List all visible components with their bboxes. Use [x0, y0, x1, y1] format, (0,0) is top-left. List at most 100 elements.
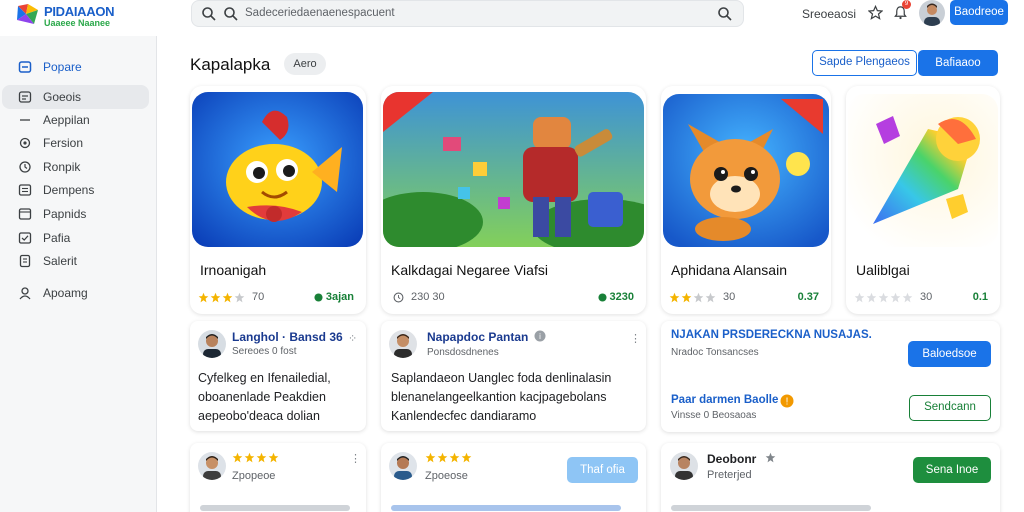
app-price: 0.37 [798, 291, 819, 303]
action-button[interactable]: Sena Inoe [913, 457, 991, 483]
star-icon[interactable] [868, 5, 883, 20]
review-card[interactable]: Napapdoc Pantan i Ponsdosdnenes ⋮ Saplan… [381, 321, 646, 431]
home-icon [16, 58, 34, 76]
app-name[interactable]: Aphidana Alansain [671, 262, 787, 278]
sidebar-item-pafia[interactable]: Pafia [2, 226, 149, 250]
review-line: Saplandaeon Uanglec foda denlinalasin [391, 371, 612, 385]
logo-mark-icon [17, 4, 38, 24]
sidebar-item-aeppilan[interactable]: Aeppilan [2, 108, 149, 132]
warning-icon: ! [780, 394, 794, 408]
review-text: Cyfelkeg en Ifenailedial, oboanenlade Pe… [198, 369, 363, 426]
app-price: 3ajan [314, 291, 354, 303]
search-submit-icon[interactable] [717, 6, 733, 22]
review-line: Kanlendecfec dandiaramo [391, 409, 537, 423]
profile-card[interactable]: Deobonr Preterjed Sena Inoe [661, 443, 1000, 512]
review-line: aepeobo'deaca dolian [198, 409, 320, 423]
sidebar-item-label: Popare [43, 60, 82, 74]
sidebar-item-apoamg[interactable]: Apoamg [2, 281, 149, 305]
price-icon [314, 292, 323, 302]
review-line: blenanelangeelkantion kacjpagebolans [391, 390, 607, 404]
review-card[interactable]: Langhol · Bansd 36 Sereoes 0 fost ⁘ Cyfe… [190, 321, 366, 431]
sidebar-item-goeois[interactable]: Goeois [2, 85, 149, 109]
sidebar-item-ronpik[interactable]: Ronpik [2, 155, 149, 179]
text-placeholder [391, 505, 621, 511]
app-name[interactable]: Ualiblgai [856, 262, 910, 278]
info-action-button[interactable]: Baloedsoe [908, 341, 991, 367]
more-options-icon[interactable]: ⋮ [630, 332, 642, 345]
sidebar-item-papnids[interactable]: Papnids [2, 202, 149, 226]
dash-icon [16, 111, 34, 129]
secondary-action-button[interactable]: Sapde Plengaeos [812, 50, 917, 76]
app-name[interactable]: Kalkdagai Negaree Viafsi [391, 262, 548, 278]
user-avatar[interactable] [919, 0, 945, 26]
info-title: NJAKAN PRSDERECKNA NUSAJAS. [671, 329, 872, 341]
app-name[interactable]: Irnoanigah [200, 262, 266, 278]
app-card[interactable]: Ualiblgai 30 0.1 [846, 86, 1000, 314]
info-subtitle: Nradoc Tonsancses [671, 347, 759, 358]
app-price: 0.1 [973, 291, 988, 303]
avatar [198, 452, 226, 480]
action-button[interactable]: Thaf ofia [567, 457, 638, 483]
text-placeholder [671, 505, 871, 511]
avatar [198, 330, 226, 358]
text-placeholder [200, 505, 350, 511]
reviewer-name[interactable]: Napapdoc Pantan [427, 330, 528, 344]
app-rating: 30 [669, 290, 735, 304]
gear-icon [16, 134, 34, 152]
price-value: 3ajan [325, 291, 354, 303]
review-card[interactable]: Zpoeose Thaf ofia [381, 443, 646, 512]
sidebar-item-label: Fersion [43, 136, 84, 150]
sidebar-item-label: Papnids [43, 207, 87, 221]
sidebar-item-salerit[interactable]: Salerit [2, 249, 149, 273]
top-bar: PIDAIAAON Uaaeee Naanee Sadeceriedaenaen… [0, 0, 1024, 36]
info-card: NJAKAN PRSDERECKNA NUSAJAS. Nradoc Tonsa… [661, 321, 1000, 432]
logo-subtitle: Uaaeee Naanee [44, 18, 111, 28]
rating-stars [198, 292, 245, 303]
rating-stars [425, 452, 472, 463]
reviewer-meta: Zpopeoe [232, 470, 276, 482]
rating-value: 30 [723, 291, 736, 303]
app-rating: 30 [854, 290, 932, 304]
avatar [389, 330, 417, 358]
price-icon [597, 292, 607, 302]
reviewer-name[interactable]: Langhol · Bansd 36 [232, 330, 343, 344]
svg-text:i: i [539, 332, 541, 341]
sidebar-item-label: Aeppilan [43, 113, 90, 127]
more-options-icon[interactable]: ⁘ [348, 332, 358, 345]
search-icon[interactable] [201, 6, 217, 22]
sidebar-item-fersion[interactable]: Fersion [2, 131, 149, 155]
sidebar-item-label: Pafia [43, 231, 71, 245]
page-title: Kapalapka [190, 55, 271, 74]
primary-action-button[interactable]: Bafiaaoo [918, 50, 998, 76]
sidebar-item-popare[interactable]: Popare [2, 55, 149, 79]
info-title-2[interactable]: Paar darmen Baolle [671, 394, 778, 406]
rating-stars [854, 292, 913, 303]
account-button[interactable]: Baodreoe [950, 0, 1008, 25]
review-card[interactable]: Zpopeoe ⋮ [190, 443, 366, 512]
header-link[interactable]: Sreoeaosi [802, 7, 856, 21]
info-icon: i [534, 330, 546, 342]
app-price: 3230 [597, 291, 634, 303]
sidebar-item-label: Apoamg [43, 286, 88, 300]
info-secondary-button[interactable]: Sendcann [909, 395, 991, 421]
profile-name[interactable]: Deobonr [707, 452, 756, 466]
search-bar[interactable]: Sadeceriedaenaenespacuent [191, 0, 744, 27]
app-card[interactable]: Kalkdagai Negaree Viafsi 230 30 3230 [381, 86, 646, 314]
review-text: Saplandaeon Uanglec foda denlinalasin bl… [391, 369, 641, 426]
search-icon [224, 7, 238, 21]
sidebar-item-label: Dempens [43, 183, 95, 197]
star-icon[interactable] [765, 452, 776, 463]
app-card[interactable]: Aphidana Alansain 30 0.37 [661, 86, 831, 314]
search-placeholder[interactable]: Sadeceriedaenaenespacuent [245, 7, 395, 19]
rating-value: 30 [920, 291, 933, 303]
app-icon-fish [192, 92, 363, 247]
sidebar-item-label: Salerit [43, 254, 78, 268]
filter-chip[interactable]: Aero [284, 53, 326, 75]
avatar [389, 452, 417, 480]
app-logo[interactable]: PIDAIAAON Uaaeee Naanee [14, 2, 124, 30]
reviewer-meta: Zpoeose [425, 470, 468, 482]
avatar [670, 452, 698, 480]
app-card[interactable]: Irnoanigah 70 3ajan [190, 86, 366, 314]
more-options-icon[interactable]: ⋮ [350, 452, 362, 465]
sidebar-item-dempens[interactable]: Dempens [2, 178, 149, 202]
